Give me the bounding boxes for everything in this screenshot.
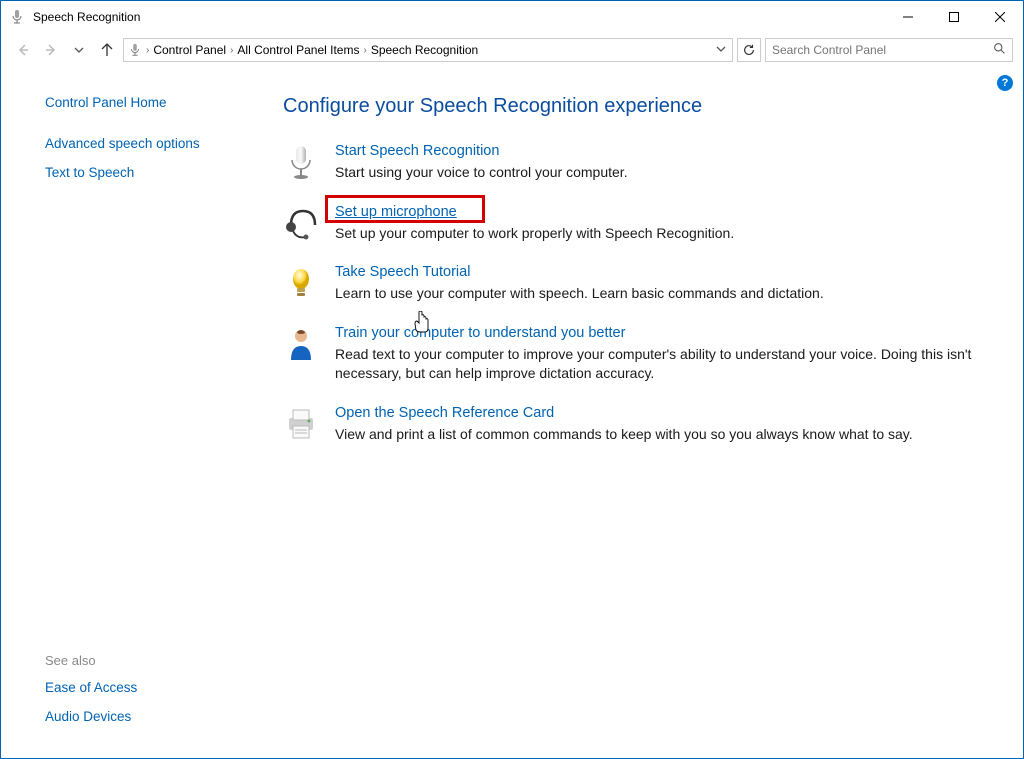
content-area: ? Control Panel Home Advanced speech opt… <box>1 67 1023 758</box>
microphone-icon <box>283 144 319 180</box>
up-button[interactable] <box>95 38 119 62</box>
control-panel-home-link[interactable]: Control Panel Home <box>45 95 231 110</box>
title-bar: Speech Recognition <box>1 1 1023 33</box>
lightbulb-icon <box>283 265 319 301</box>
see-also-heading: See also <box>45 653 137 668</box>
printer-icon <box>283 406 319 442</box>
task-description: Start using your voice to control your c… <box>335 163 991 183</box>
maximize-button[interactable] <box>931 1 977 33</box>
task-description: Set up your computer to work properly wi… <box>335 224 991 244</box>
back-button[interactable] <box>11 38 35 62</box>
address-bar: › Control Panel › All Control Panel Item… <box>1 33 1023 67</box>
window-controls <box>885 1 1023 33</box>
task-train-computer: Train your computer to understand you be… <box>283 324 991 384</box>
forward-button[interactable] <box>39 38 63 62</box>
help-button[interactable]: ? <box>997 75 1013 91</box>
chevron-down-icon <box>716 44 726 54</box>
refresh-icon <box>742 43 756 57</box>
page-title: Configure your Speech Recognition experi… <box>283 95 991 118</box>
microphone-icon <box>9 9 25 25</box>
train-computer-link[interactable]: Train your computer to understand you be… <box>335 325 625 341</box>
task-description: Read text to your computer to improve yo… <box>335 345 991 384</box>
see-also-section: See also Ease of Access Audio Devices <box>45 653 137 738</box>
open-reference-card-link[interactable]: Open the Speech Reference Card <box>335 405 554 421</box>
breadcrumb-item[interactable]: All Control Panel Items <box>237 43 359 57</box>
main-panel: Configure your Speech Recognition experi… <box>251 67 1023 758</box>
refresh-button[interactable] <box>737 38 761 62</box>
task-start-speech: Start Speech Recognition Start using you… <box>283 142 991 183</box>
breadcrumb-separator: › <box>230 45 233 56</box>
search-icon <box>993 42 1006 58</box>
task-speech-tutorial: Take Speech Tutorial Learn to use your c… <box>283 263 991 304</box>
headset-icon <box>283 205 319 241</box>
window-title: Speech Recognition <box>33 10 140 24</box>
microphone-icon <box>128 43 142 57</box>
close-button[interactable] <box>977 1 1023 33</box>
left-nav: Control Panel Home Advanced speech optio… <box>1 67 251 758</box>
arrow-left-icon <box>15 42 31 58</box>
text-to-speech-link[interactable]: Text to Speech <box>45 165 231 180</box>
task-setup-microphone: Set up microphone Set up your computer t… <box>283 203 991 244</box>
breadcrumb-item[interactable]: Speech Recognition <box>371 43 478 57</box>
breadcrumb-item[interactable]: Control Panel <box>153 43 226 57</box>
audio-devices-link[interactable]: Audio Devices <box>45 709 137 724</box>
maximize-icon <box>949 12 959 22</box>
breadcrumb-separator: › <box>146 45 149 56</box>
recent-locations-button[interactable] <box>67 38 91 62</box>
address-box[interactable]: › Control Panel › All Control Panel Item… <box>123 38 733 62</box>
minimize-button[interactable] <box>885 1 931 33</box>
arrow-up-icon <box>99 42 115 58</box>
close-icon <box>995 12 1005 22</box>
start-speech-recognition-link[interactable]: Start Speech Recognition <box>335 143 499 159</box>
search-box[interactable] <box>765 38 1013 62</box>
set-up-microphone-link[interactable]: Set up microphone <box>335 204 457 220</box>
task-description: Learn to use your computer with speech. … <box>335 284 991 304</box>
address-dropdown[interactable] <box>714 44 728 57</box>
search-input[interactable] <box>772 43 1006 57</box>
breadcrumb-separator: › <box>363 45 366 56</box>
minimize-icon <box>903 12 913 22</box>
task-description: View and print a list of common commands… <box>335 425 991 445</box>
arrow-right-icon <box>43 42 59 58</box>
task-reference-card: Open the Speech Reference Card View and … <box>283 404 991 445</box>
advanced-speech-options-link[interactable]: Advanced speech options <box>45 136 231 151</box>
ease-of-access-link[interactable]: Ease of Access <box>45 680 137 695</box>
person-icon <box>283 326 319 362</box>
take-speech-tutorial-link[interactable]: Take Speech Tutorial <box>335 264 470 280</box>
chevron-down-icon <box>74 45 84 55</box>
